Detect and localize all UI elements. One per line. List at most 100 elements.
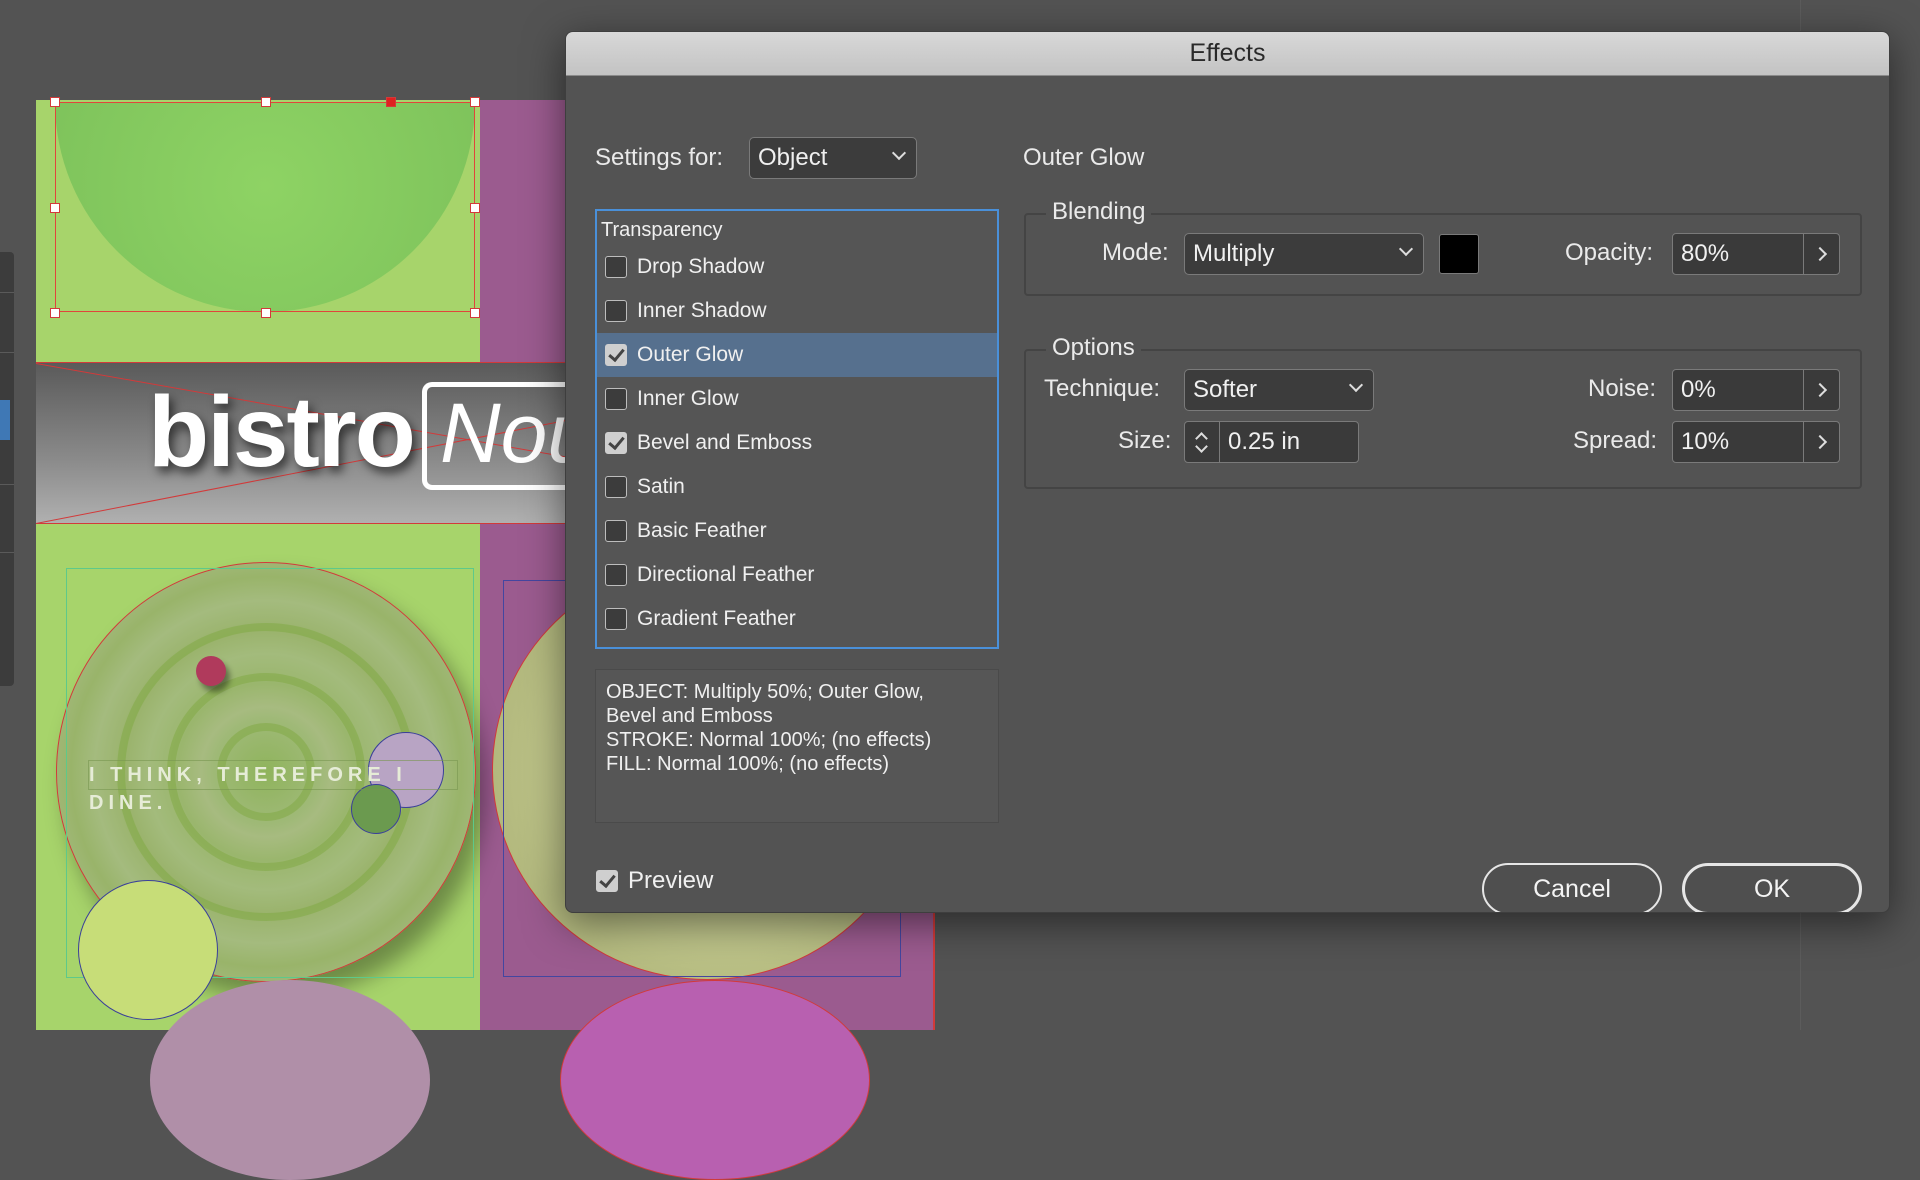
yellow-circle[interactable] [78,880,218,1020]
options-legend: Options [1046,334,1141,362]
dialog-titlebar[interactable]: Effects [566,32,1889,76]
effect-item-directional-feather[interactable]: Directional Feather [597,553,997,597]
effect-item-bevel-emboss[interactable]: Bevel and Emboss [597,421,997,465]
effect-item-satin[interactable]: Satin [597,465,997,509]
panel-divider [0,552,14,553]
spread-popup-button[interactable] [1803,422,1839,462]
summary-line: FILL: Normal 100%; (no effects) [606,753,890,775]
blending-legend: Blending [1046,198,1152,226]
chevron-down-icon [891,145,907,161]
selection-handle-active[interactable] [386,97,396,107]
technique-label: Technique: [1044,375,1161,402]
panel-divider [0,352,14,353]
panel-divider [0,292,14,293]
brand-word[interactable]: bistro [148,375,416,490]
effect-label: Bevel and Emboss [637,431,813,454]
effect-item-inner-shadow[interactable]: Inner Shadow [597,289,997,333]
opacity-value: 80% [1681,240,1730,267]
tagline-text[interactable]: I THINK, THEREFORE I DINE. [88,760,458,814]
effect-checkbox[interactable] [605,476,627,498]
noise-value: 0% [1681,376,1716,403]
effect-item-inner-glow[interactable]: Inner Glow [597,377,997,421]
effect-checkbox[interactable] [605,300,627,322]
settings-for-select[interactable]: Object [749,137,917,179]
red-dot[interactable] [196,656,226,686]
technique-value: Softer [1193,376,1258,403]
effect-item-drop-shadow[interactable]: Drop Shadow [597,245,997,289]
effect-checkbox-checked[interactable] [605,344,627,366]
size-stepper[interactable] [1184,421,1220,463]
pink-bowl[interactable] [560,980,870,1180]
effect-label: Gradient Feather [637,607,796,630]
selection-handle[interactable] [470,203,480,213]
effects-list-header[interactable]: Transparency [601,219,723,242]
size-value: 0.25 in [1228,428,1301,455]
dialog-body: Settings for: Object Outer Glow Transpar… [566,77,1889,912]
effect-label: Directional Feather [637,563,815,586]
effect-label: Satin [637,475,685,498]
preview-label: Preview [628,867,714,894]
size-field[interactable]: 0.25 in [1219,421,1359,463]
spread-field[interactable]: 10% [1672,421,1840,463]
chevron-right-icon [1812,382,1827,398]
dialog-title: Effects [1189,39,1266,67]
effect-checkbox[interactable] [605,564,627,586]
selection-handle[interactable] [470,308,480,318]
spread-label: Spread: [1573,427,1658,454]
summary-line: STROKE: Normal 100%; (no effects) [606,729,932,751]
chevron-right-icon [1812,434,1827,450]
effect-item-outer-glow[interactable]: Outer Glow [597,333,997,377]
mauve-bowl[interactable] [150,980,430,1180]
effect-checkbox[interactable] [605,388,627,410]
opacity-label: Opacity: [1565,239,1654,266]
settings-for-value: Object [758,144,828,171]
green-circle[interactable] [351,784,401,834]
panel-divider [0,484,14,485]
technique-select[interactable]: Softer [1184,369,1374,411]
effect-label: Inner Glow [637,387,739,410]
effects-summary[interactable]: OBJECT: Multiply 50%; Outer Glow, Bevel … [595,669,999,823]
summary-line: Bevel and Emboss [606,705,773,727]
opacity-field[interactable]: 80% [1672,233,1840,275]
preview-checkbox[interactable] [596,870,618,892]
selection-handle[interactable] [50,308,60,318]
left-panel-tab[interactable] [0,252,14,686]
effect-checkbox[interactable] [605,608,627,630]
cancel-button[interactable]: Cancel [1482,863,1662,912]
summary-line: OBJECT: Multiply 50%; Outer Glow, [606,681,924,703]
chevron-down-icon[interactable] [1195,440,1208,453]
selection-handle[interactable] [470,97,480,107]
effects-list[interactable]: Transparency Drop Shadow Inner Shadow Ou… [595,209,999,649]
mode-value: Multiply [1193,240,1275,267]
glow-color-swatch[interactable] [1439,234,1479,274]
mode-label: Mode: [1102,239,1169,266]
selection-handle[interactable] [50,203,60,213]
effect-label: Outer Glow [637,343,744,366]
noise-field[interactable]: 0% [1672,369,1840,411]
noise-label: Noise: [1588,375,1657,402]
effect-label: Drop Shadow [637,255,765,278]
noise-popup-button[interactable] [1803,370,1839,410]
mode-select[interactable]: Multiply [1184,233,1424,275]
size-label: Size: [1118,427,1172,454]
effect-checkbox[interactable] [605,256,627,278]
chevron-right-icon [1812,246,1827,262]
selection-frame[interactable] [55,102,475,312]
effect-checkbox-checked[interactable] [605,432,627,454]
effect-label: Basic Feather [637,519,767,542]
selection-handle[interactable] [50,97,60,107]
opacity-popup-button[interactable] [1803,234,1839,274]
effect-label: Inner Shadow [637,299,767,322]
effect-item-gradient-feather[interactable]: Gradient Feather [597,597,997,641]
effect-item-basic-feather[interactable]: Basic Feather [597,509,997,553]
preview-toggle[interactable]: Preview [596,867,713,895]
chevron-down-icon [1348,377,1364,393]
selection-handle[interactable] [261,97,271,107]
effects-dialog: Effects Settings for: Object Outer Glow … [565,31,1890,913]
settings-for-label: Settings for: [595,144,724,171]
ok-button[interactable]: OK [1682,863,1862,912]
section-title: Outer Glow [1023,144,1145,171]
effect-checkbox[interactable] [605,520,627,542]
selection-handle[interactable] [261,308,271,318]
panel-active-indicator [0,400,10,440]
